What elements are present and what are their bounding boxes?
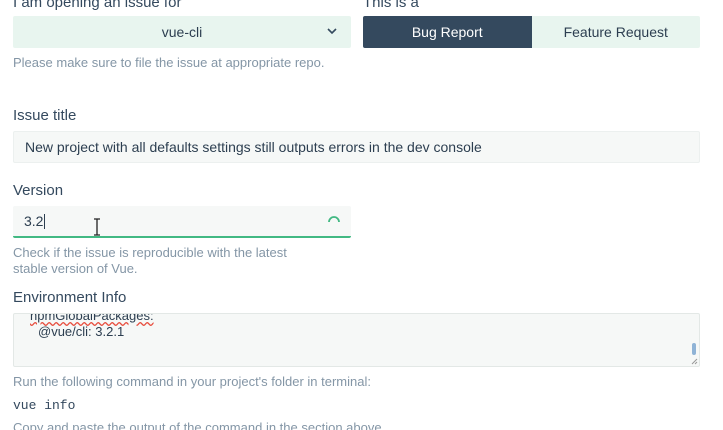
environment-run-hint: Run the following command in your projec… <box>13 374 371 389</box>
environment-textarea[interactable]: npmGlobalPackages: @vue/cli: 3.2.1 <box>13 313 700 367</box>
environment-line1: npmGlobalPackages: <box>30 313 154 323</box>
environment-copy-hint: Copy and paste the output of the command… <box>13 420 386 430</box>
issue-type-label: This is a <box>363 0 419 11</box>
loading-spinner-icon <box>328 216 340 223</box>
repo-select[interactable]: vue-cli <box>13 16 351 48</box>
vue-info-command: vue info <box>13 398 76 413</box>
version-value: 3.2 <box>24 213 44 229</box>
version-hint-line1: Check if the issue is reproducible with … <box>13 245 287 260</box>
version-input[interactable]: 3.2 <box>13 206 351 238</box>
bug-report-option[interactable]: Bug Report <box>363 16 532 48</box>
issue-type-toggle: Bug Report Feature Request <box>363 16 700 48</box>
version-hint-line2: stable version of Vue. <box>13 261 138 276</box>
feature-request-option[interactable]: Feature Request <box>531 16 700 48</box>
issue-title-value: New project with all defaults settings s… <box>25 139 482 155</box>
repo-hint: Please make sure to file the issue at ap… <box>13 55 325 70</box>
resize-handle-icon[interactable] <box>690 357 698 365</box>
scrollbar-thumb[interactable] <box>692 343 696 355</box>
text-cursor-icon <box>94 218 100 236</box>
repo-select-value: vue-cli <box>161 24 203 40</box>
chevron-down-icon <box>327 28 337 35</box>
version-label: Version <box>13 182 64 199</box>
environment-label: Environment Info <box>13 289 127 306</box>
repo-label: I am opening an issue for <box>13 0 182 11</box>
issue-title-label: Issue title <box>13 107 77 124</box>
version-hint: Check if the issue is reproducible with … <box>13 245 287 277</box>
text-caret <box>44 213 46 229</box>
environment-line2: @vue/cli: 3.2.1 <box>38 324 125 339</box>
issue-title-input[interactable]: New project with all defaults settings s… <box>13 131 700 163</box>
